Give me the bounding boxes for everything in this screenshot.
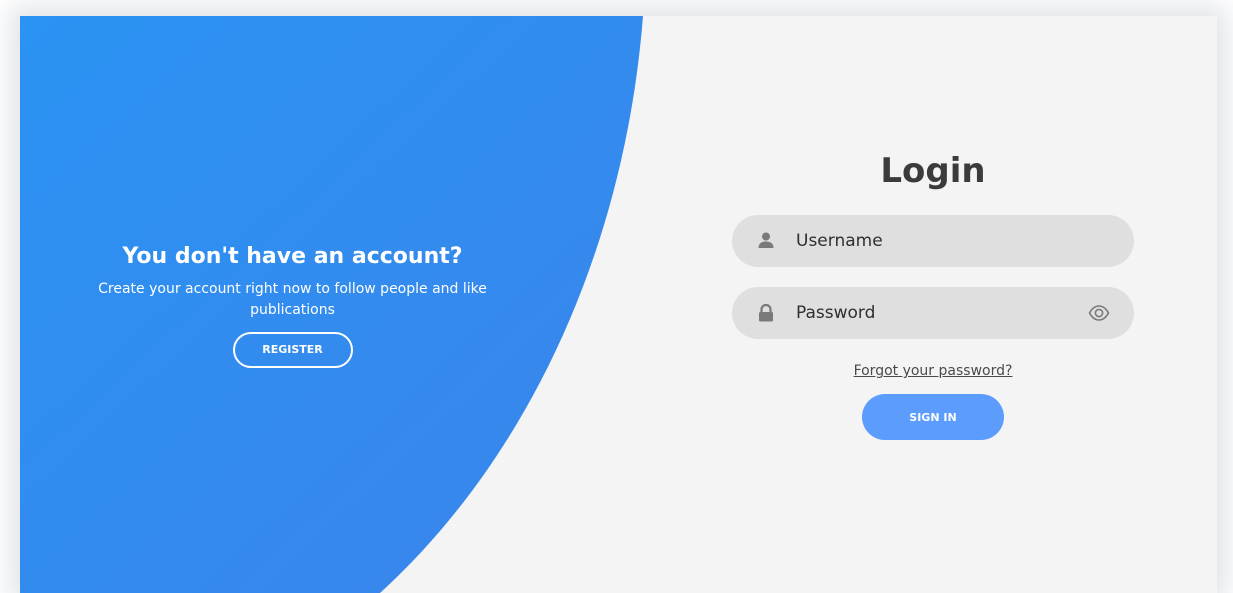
password-input[interactable] <box>796 287 1076 339</box>
login-form: Login Username Forgot your password? SIG… <box>732 148 1134 440</box>
register-button[interactable]: REGISTER <box>232 332 353 368</box>
sign-in-button[interactable]: SIGN IN <box>862 394 1004 440</box>
username-field[interactable] <box>732 215 1134 267</box>
register-subtitle: Create your account right now to follow … <box>98 281 487 318</box>
username-input[interactable] <box>796 215 1076 267</box>
forgot-password-link[interactable]: Forgot your password? <box>732 361 1134 381</box>
user-icon <box>756 231 776 251</box>
register-title: You don't have an account? <box>122 244 463 269</box>
eye-icon[interactable] <box>1088 303 1110 323</box>
password-field[interactable] <box>732 287 1134 339</box>
login-title: Login <box>880 151 986 191</box>
lock-icon <box>756 303 776 323</box>
login-page: You don't have an account? Create your a… <box>20 16 1217 593</box>
register-panel: You don't have an account? Create your a… <box>60 242 525 368</box>
sign-in-wrapper: SIGN IN <box>732 394 1134 440</box>
